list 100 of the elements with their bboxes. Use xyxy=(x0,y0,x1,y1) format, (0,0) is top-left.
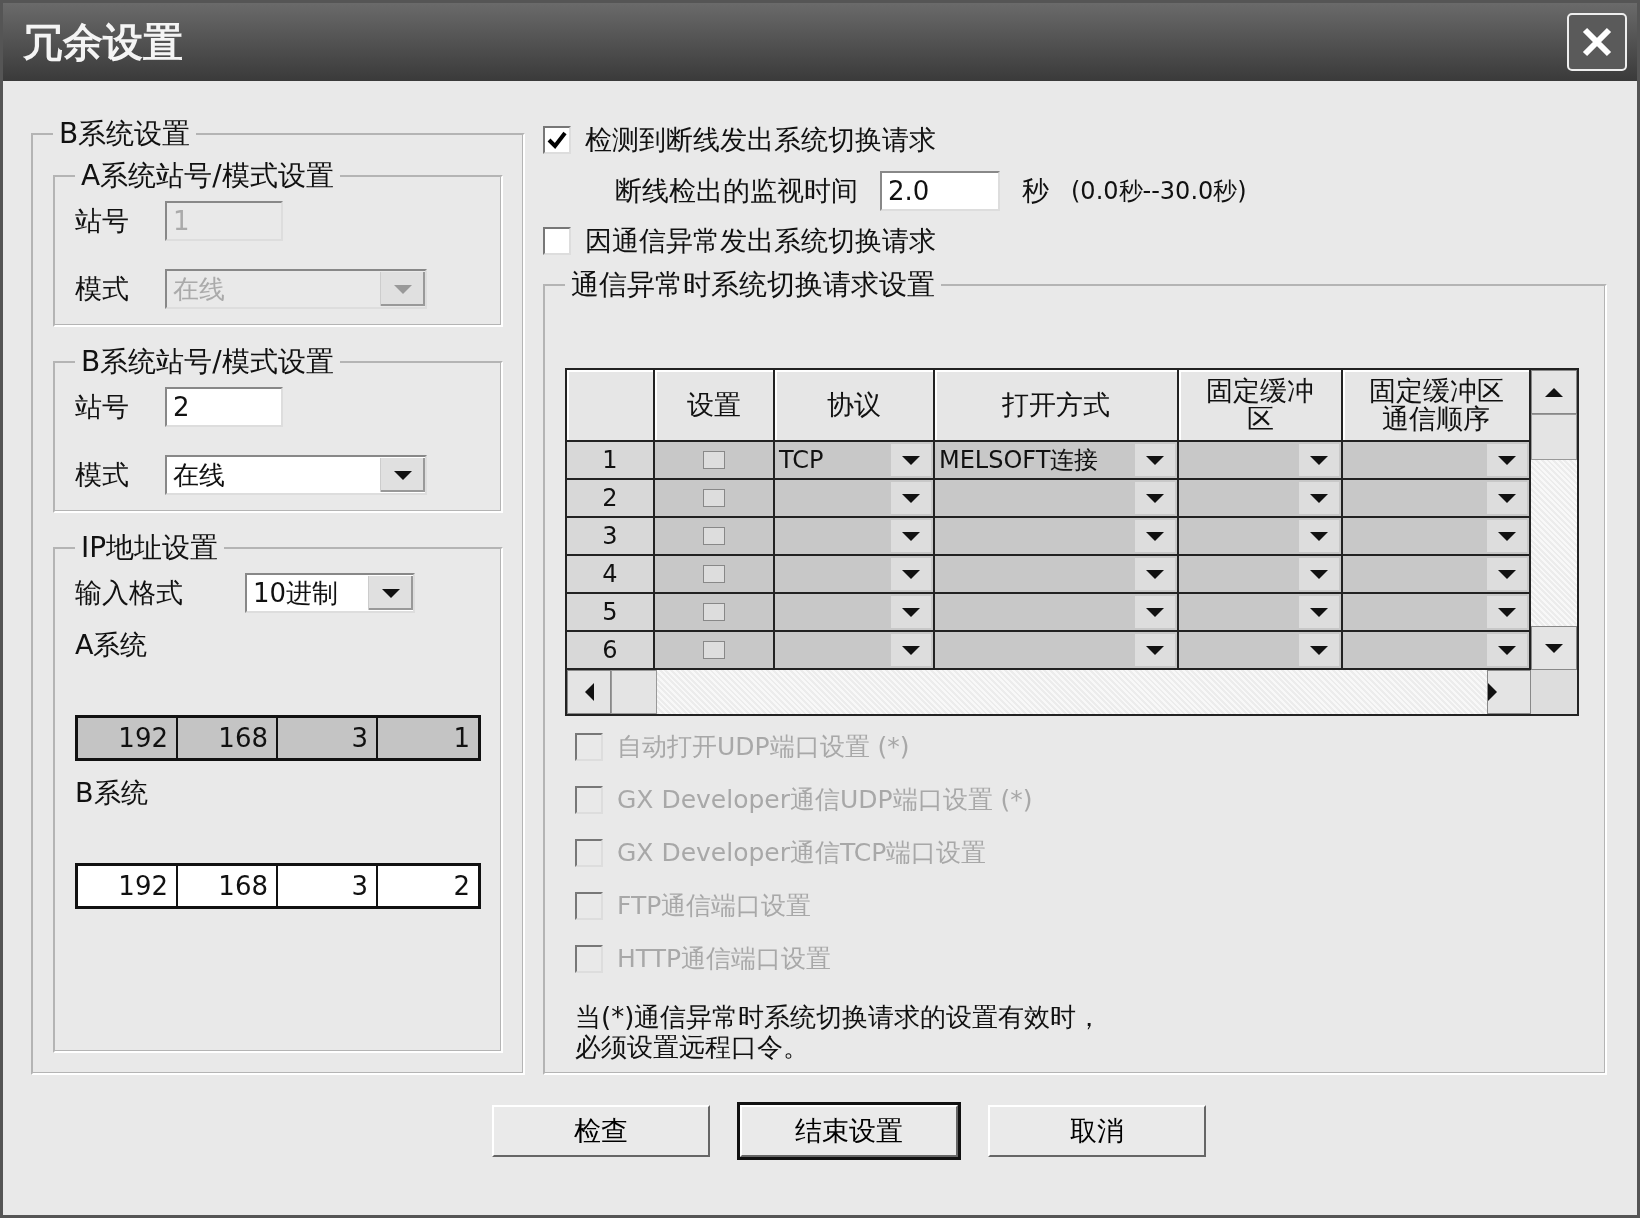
scroll-down-icon xyxy=(1545,643,1563,653)
caret-icon xyxy=(1146,607,1164,617)
dropdown-cell[interactable]: TCP xyxy=(775,442,935,481)
dropdown-cell[interactable] xyxy=(775,518,935,557)
checkbox-label: GX Developer通信UDP端口设置 (*) xyxy=(617,784,1033,817)
column-header: 固定缓冲区 xyxy=(1179,370,1343,443)
checkbox-label: GX Developer通信TCP端口设置 xyxy=(617,837,987,870)
ip-address-field[interactable]: 192 168 3 2 xyxy=(75,863,481,909)
unit-label: 秒 xyxy=(1022,173,1049,208)
caret-icon xyxy=(1310,607,1328,617)
column-header: 打开方式 xyxy=(935,370,1179,443)
caret-icon xyxy=(394,470,412,480)
checkbox-label: 因通信异常发出系统切换请求 xyxy=(585,224,936,259)
caret-icon xyxy=(394,284,412,294)
field-label: 输入格式 xyxy=(75,576,184,610)
checkbox[interactable] xyxy=(543,125,571,154)
caret-icon xyxy=(1146,645,1164,655)
dropdown-cell[interactable] xyxy=(775,632,935,671)
dropdown-cell[interactable] xyxy=(1179,480,1343,519)
close-button[interactable] xyxy=(1567,13,1627,71)
dropdown-cell[interactable]: MELSOFT连接 xyxy=(935,442,1179,481)
caret-icon xyxy=(902,645,920,655)
column-header: 固定缓冲区通信顺序 xyxy=(1343,370,1531,443)
system-label: A系统 xyxy=(75,628,149,662)
checkbox-label: FTP通信端口设置 xyxy=(617,890,812,923)
window-title: 冗余设置 xyxy=(23,17,183,67)
monitor-time-field[interactable]: 2.0 xyxy=(880,170,1000,211)
dropdown-cell[interactable] xyxy=(1179,632,1343,671)
dropdown-cell[interactable] xyxy=(775,480,935,519)
field-label: 断线检出的监视时间 xyxy=(615,173,858,208)
caret-icon xyxy=(902,493,920,503)
dropdown-cell[interactable] xyxy=(1179,442,1343,481)
ip-octet: 192 xyxy=(78,718,178,758)
dropdown-cell[interactable] xyxy=(1179,556,1343,595)
group-title: A系统站号/模式设置 xyxy=(80,158,335,194)
dialog-button[interactable]: 结束设置 xyxy=(740,1105,958,1157)
caret-icon xyxy=(1146,569,1164,579)
ip-octet: 1 xyxy=(452,722,471,755)
dropdown-cell[interactable] xyxy=(1179,518,1343,557)
dropdown-cell[interactable] xyxy=(1179,594,1343,633)
checkbox-label: 自动打开UDP端口设置 (*) xyxy=(617,731,910,764)
close-icon xyxy=(1580,25,1614,59)
group-title: 通信异常时系统切换请求设置 xyxy=(570,267,936,304)
checkbox[interactable] xyxy=(703,565,725,584)
dropdown-cell[interactable] xyxy=(935,594,1179,633)
caret-icon xyxy=(1310,455,1328,465)
checkbox[interactable] xyxy=(543,227,571,256)
dropdown-cell[interactable] xyxy=(935,518,1179,557)
caret-icon xyxy=(1146,531,1164,541)
station-field[interactable]: 2 xyxy=(165,387,283,427)
dropdown-cell[interactable] xyxy=(775,556,935,595)
system-label: B系统 xyxy=(75,776,149,810)
dialog-button[interactable]: 检查 xyxy=(492,1105,710,1157)
checkbox-label: 检测到断线发出系统切换请求 xyxy=(585,122,936,157)
group-title: B系统设置 xyxy=(58,116,192,152)
caret-icon xyxy=(902,531,920,541)
checkbox[interactable] xyxy=(703,451,725,470)
caret-icon xyxy=(1498,607,1516,617)
caret-icon xyxy=(1146,493,1164,503)
row-header: 2 xyxy=(567,480,655,519)
caret-icon xyxy=(1146,455,1164,465)
ip-octet: 2 xyxy=(452,870,471,903)
format-dropdown[interactable]: 10进制 xyxy=(245,573,415,613)
dialog-button[interactable]: 取消 xyxy=(988,1105,1206,1157)
caret-icon xyxy=(1498,569,1516,579)
checkbox-label: HTTP通信端口设置 xyxy=(617,943,831,976)
caret-icon xyxy=(902,607,920,617)
caret-icon xyxy=(1498,455,1516,465)
row-header: 1 xyxy=(567,442,655,481)
checkbox[interactable] xyxy=(703,489,725,508)
dropdown-cell[interactable] xyxy=(1343,480,1531,519)
dropdown-cell[interactable] xyxy=(1343,556,1531,595)
caret-icon xyxy=(1310,569,1328,579)
scroll-thumb[interactable] xyxy=(1531,414,1577,461)
dropdown-cell[interactable] xyxy=(1343,594,1531,633)
caret-icon xyxy=(1310,493,1328,503)
row-header: 4 xyxy=(567,556,655,595)
dropdown-cell[interactable] xyxy=(935,480,1179,519)
dropdown-cell[interactable] xyxy=(1343,632,1531,671)
row-header: 3 xyxy=(567,518,655,557)
group-title: IP地址设置 xyxy=(80,530,220,566)
ip-octet: 3 xyxy=(278,718,378,758)
caret-icon xyxy=(1498,531,1516,541)
caret-icon xyxy=(382,588,400,598)
field-label: 模式 xyxy=(75,458,130,492)
mode-dropdown[interactable]: 在线 xyxy=(165,455,427,495)
dropdown-cell[interactable] xyxy=(775,594,935,633)
vertical-scrollbar[interactable] xyxy=(1531,370,1577,671)
dropdown-cell[interactable] xyxy=(935,632,1179,671)
dropdown-cell[interactable] xyxy=(935,556,1179,595)
checkbox[interactable] xyxy=(703,527,725,546)
field-label: 站号 xyxy=(75,204,130,238)
checkbox[interactable] xyxy=(703,603,725,622)
field-label: 模式 xyxy=(75,272,130,306)
caret-icon xyxy=(1310,645,1328,655)
dropdown-cell[interactable] xyxy=(1343,442,1531,481)
caret-icon xyxy=(1498,493,1516,503)
dropdown-cell[interactable] xyxy=(1343,518,1531,557)
scroll-thumb[interactable] xyxy=(611,670,657,715)
checkbox[interactable] xyxy=(703,641,725,660)
